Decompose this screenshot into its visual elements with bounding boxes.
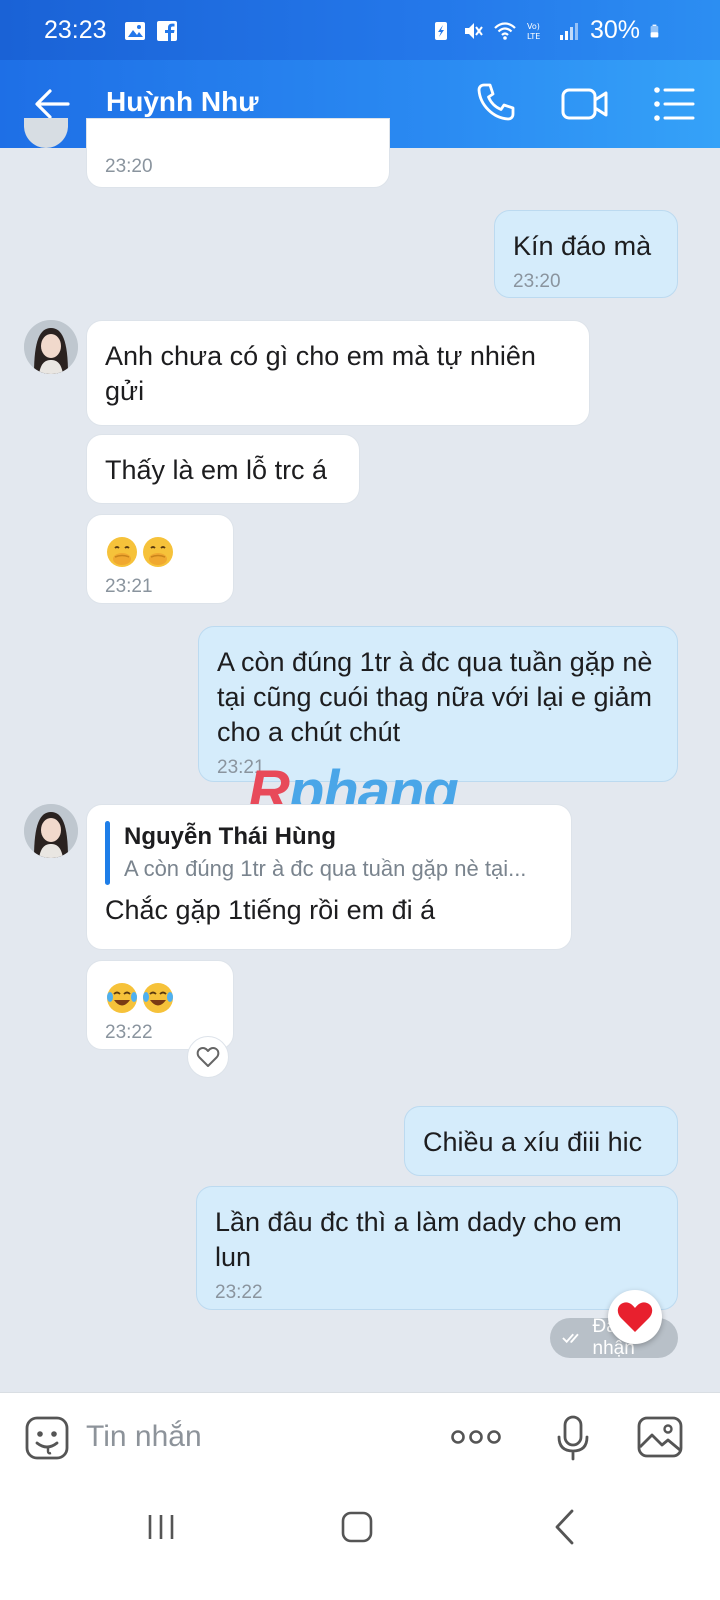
message-time: 23:22 (215, 1282, 263, 1303)
message-bubble-incoming[interactable]: 23:20 (86, 118, 390, 188)
react-heart-button[interactable] (187, 1036, 229, 1078)
message-bubble-incoming[interactable]: Thấy là em lỗ trc á (86, 434, 360, 504)
battery-saver-icon (434, 21, 447, 40)
menu-list-icon[interactable] (652, 82, 696, 126)
facebook-icon (157, 21, 177, 41)
avatar-photo (24, 804, 78, 858)
message-time: 23:20 (513, 271, 561, 292)
message-text: A còn đúng 1tr à đc qua tuần gặp nè tại … (217, 647, 653, 747)
message-bubble-outgoing[interactable]: Lần đâu đc thì a làm dady cho em lun 23:… (196, 1186, 678, 1310)
nav-back-icon[interactable] (552, 1508, 576, 1546)
avatar[interactable] (24, 320, 78, 374)
video-call-icon[interactable] (560, 82, 610, 126)
message-text: Lần đâu đc thì a làm dady cho em lun (215, 1207, 622, 1272)
message-text: Thấy là em lỗ trc á (105, 455, 328, 485)
image-icon (125, 22, 145, 40)
battery-level: 30% (589, 16, 640, 44)
hand-over-mouth-emoji (143, 536, 173, 567)
heart-outline-icon (196, 1046, 220, 1067)
message-text: Chiều a xíu điii hic (423, 1127, 643, 1157)
home-icon[interactable] (340, 1510, 374, 1544)
signal-icon (559, 22, 578, 40)
more-options-icon[interactable] (450, 1423, 502, 1451)
message-input[interactable] (86, 1415, 406, 1459)
emoji-row (105, 535, 177, 567)
message-time: 23:21 (105, 575, 153, 597)
emoji-row (105, 981, 177, 1013)
tears-of-joy-emoji (143, 982, 173, 1013)
message-bubble-incoming[interactable]: 23:21 (86, 514, 234, 604)
quote-text: A còn đúng 1tr à đc qua tuần gặp nè tại.… (124, 856, 527, 881)
contact-name[interactable]: Huỳnh Như (106, 86, 258, 118)
status-time: 23:23 (44, 16, 107, 44)
svg-text:Vo): Vo) (527, 22, 540, 31)
phone-call-icon[interactable] (474, 80, 518, 124)
volte-icon: Vo)LTE (527, 22, 540, 41)
message-bubble-incoming[interactable]: Anh chưa có gì cho em mà tự nhiên gửi (86, 320, 590, 426)
sticker-icon[interactable] (24, 1415, 70, 1461)
avatar[interactable] (24, 804, 78, 858)
mute-icon (464, 22, 483, 39)
message-text: Kín đáo mà (513, 231, 652, 261)
quote-author: Nguyễn Thái Hùng (124, 823, 336, 850)
svg-text:LTE: LTE (527, 32, 540, 41)
double-check-icon (562, 1333, 579, 1344)
battery-icon (650, 24, 659, 37)
heart-icon (617, 1302, 653, 1332)
image-picker-icon[interactable] (636, 1415, 684, 1459)
quote-bar (105, 821, 110, 885)
avatar-photo (24, 320, 78, 374)
wifi-icon (494, 21, 516, 40)
message-bubble-outgoing[interactable]: Kín đáo mà 23:20 (494, 210, 678, 298)
message-bubble-outgoing[interactable]: Chiều a xíu điii hic (404, 1106, 678, 1176)
message-time: 23:20 (105, 156, 153, 177)
message-text: Anh chưa có gì cho em mà tự nhiên gửi (105, 341, 536, 406)
tears-of-joy-emoji (107, 982, 137, 1013)
hand-over-mouth-emoji (107, 536, 137, 567)
status-bar: 23:23 Vo) LTE 30% (0, 0, 720, 60)
message-composer (0, 1392, 720, 1480)
recent-apps-icon[interactable] (146, 1512, 176, 1542)
microphone-icon[interactable] (556, 1415, 590, 1461)
message-text: Chắc gặp 1tiếng rồi em đi á (105, 895, 436, 925)
system-nav-bar (0, 1480, 720, 1600)
quoted-message[interactable]: Nguyễn Thái Hùng A còn đúng 1tr à đc qua… (105, 821, 553, 885)
message-bubble-incoming[interactable]: Nguyễn Thái Hùng A còn đúng 1tr à đc qua… (86, 804, 572, 950)
heart-reaction[interactable] (608, 1290, 662, 1344)
